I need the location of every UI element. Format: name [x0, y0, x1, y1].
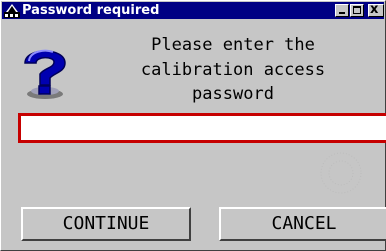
- maximize-button[interactable]: [350, 4, 364, 17]
- minimize-icon: [339, 12, 345, 14]
- background-pattern: [320, 152, 362, 194]
- continue-button[interactable]: CONTINUE: [21, 207, 191, 241]
- cancel-button[interactable]: CANCEL: [219, 207, 386, 241]
- maximize-icon: [353, 6, 361, 14]
- prompt-message: Please enter the calibration access pass…: [140, 35, 326, 104]
- password-dialog: Password required x Please enter the cal…: [0, 0, 386, 251]
- close-button[interactable]: x: [368, 2, 384, 17]
- title-bar[interactable]: Password required x: [2, 2, 384, 19]
- window-title: Password required: [22, 3, 160, 18]
- close-icon: x: [370, 2, 379, 17]
- password-field[interactable]: [18, 113, 386, 143]
- minimize-button[interactable]: [335, 4, 349, 17]
- question-mark-icon: [24, 49, 66, 99]
- app-icon: [4, 4, 20, 18]
